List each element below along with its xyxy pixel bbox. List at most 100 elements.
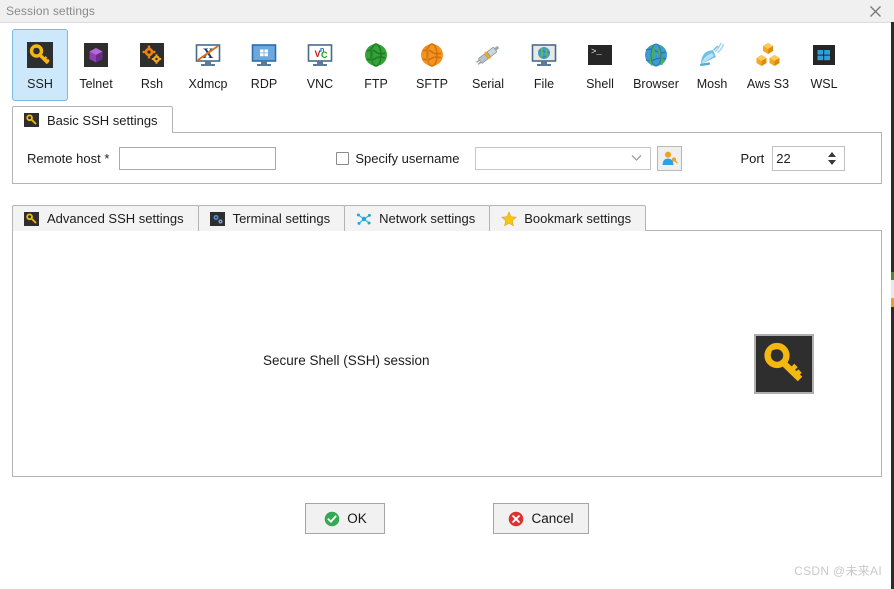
protocol-label: Browser [633,77,679,91]
protocol-label: Xdmcp [188,77,228,91]
protocol-item-sftp[interactable]: SFTP [404,29,460,101]
port-label: Port [740,150,765,166]
port-spinner[interactable] [772,145,846,171]
svg-text:C: C [321,50,328,60]
tab-label: Bookmark settings [524,211,632,226]
session-content-panel: Secure Shell (SSH) session [12,230,882,477]
tab-advanced-ssh-settings[interactable]: Advanced SSH settings [12,205,199,231]
globe-monitor-icon [531,44,557,66]
plug-connector-icon [476,45,500,65]
spin-up-icon[interactable] [828,151,837,157]
tab-label: Network settings [379,211,476,226]
tab-basic-ssh-settings[interactable]: Basic SSH settings [12,106,173,133]
tab-label: Advanced SSH settings [47,211,184,226]
session-type-icon [754,334,814,394]
protocol-label: Shell [586,77,614,91]
protocol-item-wsl[interactable]: WSL [796,29,852,101]
protocol-label: SSH [27,77,53,91]
protocol-item-vnc[interactable]: V n C VNC [292,29,348,101]
tab-terminal-settings[interactable]: Terminal settings [197,205,346,231]
protocol-label: Mosh [696,77,728,91]
window-titlebar: Session settings [0,0,894,23]
protocol-item-telnet[interactable]: Telnet [68,29,124,101]
blue-globe-icon [645,43,667,67]
ok-button-label: OK [347,511,367,526]
network-icon [357,213,372,225]
key-icon [24,113,39,127]
protocol-item-serial[interactable]: Serial [460,29,516,101]
protocol-item-mosh[interactable]: Mosh [684,29,740,101]
remote-host-label: Remote host * [27,150,110,166]
cancel-button-label: Cancel [531,511,574,526]
basic-settings-section: Basic SSH settings Remote host * Specify… [0,105,894,184]
basic-tabstrip: Basic SSH settings [12,105,882,133]
protocol-toolbar: SSH Telnet Rsh Xdmcp RDP V n C VNC FTP S… [0,23,894,105]
protocol-label: File [533,77,555,91]
window-title: Session settings [6,4,95,18]
protocol-item-rsh[interactable]: Rsh [124,29,180,101]
specify-username-checkbox-row[interactable]: Specify username [336,151,459,166]
tab-label: Basic SSH settings [47,112,158,128]
red-x-icon [509,511,524,526]
purple-cube-icon [84,43,108,67]
port-input[interactable] [773,146,824,170]
protocol-item-ssh[interactable]: SSH [12,29,68,101]
specify-username-label: Specify username [355,150,460,166]
close-button[interactable] [862,0,888,22]
green-globe-icon [365,43,387,67]
protocol-label: FTP [364,77,388,91]
orange-globe-icon [421,43,443,67]
aws-cubes-icon [756,43,780,66]
select-user-button[interactable] [657,145,683,171]
protocol-label: Aws S3 [746,77,790,91]
protocol-item-browser[interactable]: Browser [628,29,684,101]
spin-down-icon[interactable] [828,159,837,165]
ok-button[interactable]: OK [305,503,386,534]
port-group: Port [740,145,846,171]
basic-settings-panel: Remote host * Specify username Port [12,132,882,184]
settings-section: Advanced SSH settings Terminal settings [0,203,894,477]
port-spin-buttons[interactable] [823,147,844,170]
windows-logo-icon [813,45,835,65]
terminal-prompt-icon: >_ [588,45,612,65]
dialog-footer: OK Cancel [0,503,894,534]
protocol-label: VNC [306,77,334,91]
protocol-item-shell[interactable]: >_ Shell [572,29,628,101]
vnc-monitor-icon: V n C [307,44,333,66]
chevron-down-icon [631,155,642,161]
protocol-label: SFTP [416,77,448,91]
protocol-label: Rsh [140,77,164,91]
settings-tabstrip: Advanced SSH settings Terminal settings [12,203,882,231]
remote-host-input[interactable] [119,146,277,170]
green-check-icon [324,511,340,526]
satellite-dish-icon [700,42,725,66]
tab-network-settings[interactable]: Network settings [344,205,491,231]
protocol-label: Serial [472,77,504,91]
tab-bookmark-settings[interactable]: Bookmark settings [489,205,647,231]
x-monitor-icon: X [195,44,221,66]
svg-text:>_: >_ [591,47,602,57]
protocol-label: RDP [250,77,278,91]
star-icon [501,210,518,226]
protocol-item-ftp[interactable]: FTP [348,29,404,101]
watermark-text: CSDN @未来AI [794,564,882,578]
protocol-item-xdmcp[interactable]: X Xdmcp [180,29,236,101]
gears-icon [209,211,225,226]
session-description: Secure Shell (SSH) session [263,353,430,368]
protocol-label: WSL [810,77,838,91]
protocol-label: Telnet [79,77,113,91]
protocol-item-rdp[interactable]: RDP [236,29,292,101]
close-icon [869,5,881,17]
key-icon [27,42,53,68]
protocol-item-file[interactable]: File [516,29,572,101]
tab-label: Terminal settings [232,211,331,226]
username-combobox[interactable] [475,146,652,170]
specify-username-checkbox[interactable] [336,151,350,165]
user-key-icon [663,151,679,165]
key-icon [24,211,39,226]
orange-gears-icon [140,43,164,67]
protocol-item-aws-s3[interactable]: Aws S3 [740,29,796,101]
cancel-button[interactable]: Cancel [493,503,589,534]
windows-monitor-icon [251,44,277,66]
key-icon [764,342,803,382]
